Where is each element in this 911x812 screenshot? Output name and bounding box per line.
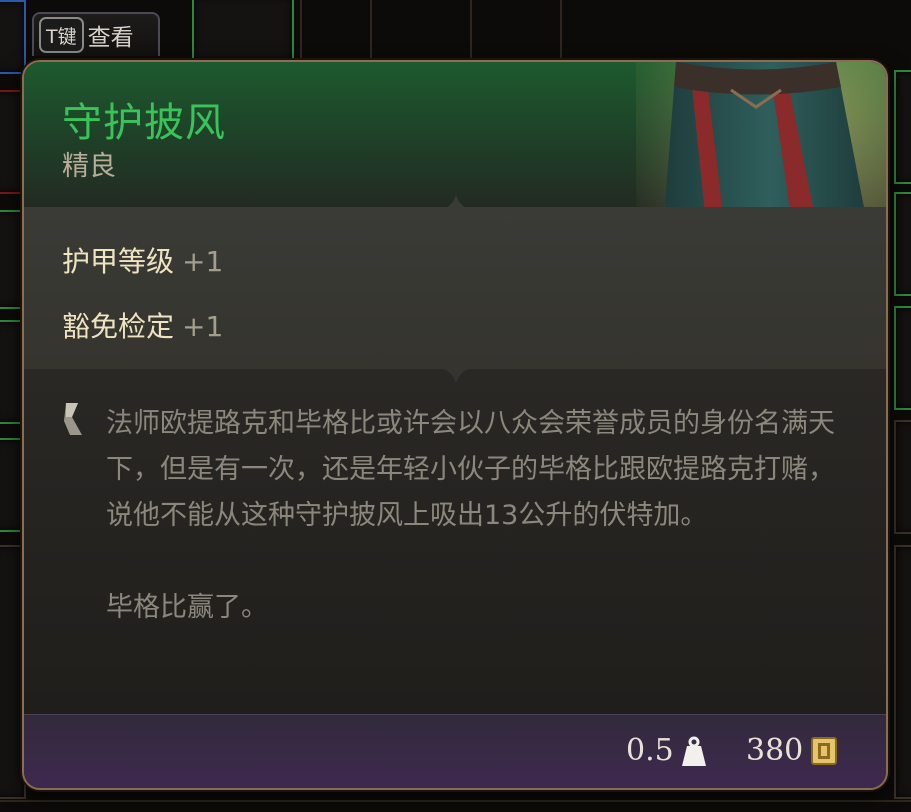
stat-row-armor-class: 护甲等级 +1: [62, 240, 223, 280]
inventory-slot[interactable]: [894, 420, 911, 534]
inspect-hint-tab[interactable]: T键 查看: [32, 12, 160, 56]
tooltip-header: 守护披风 精良: [24, 62, 886, 322]
inventory-slot[interactable]: [192, 0, 294, 62]
inventory-slot[interactable]: [894, 545, 911, 799]
gold-value-group: 380: [746, 733, 838, 768]
weight-group: 0.5: [626, 733, 706, 768]
stat-row-saving-throws: 豁免检定 +1: [62, 305, 223, 345]
gold-coin-icon: [811, 736, 838, 765]
divider-notch-icon: [442, 369, 470, 383]
item-tooltip: 守护披风 精良 护甲等级 +1 豁免检定 +1 法师欧提路克和毕格比或许会以八众会荣…: [22, 60, 888, 790]
flavor-paragraph: 法师欧提路克和毕格比或许会以八众会荣誉成员的身份名满天下，但是有一次，还是年轻小…: [106, 408, 835, 531]
gold-value: 380: [746, 733, 804, 768]
divider-notch-icon: [442, 195, 470, 209]
description-section: 法师欧提路克和毕格比或许会以八众会荣誉成员的身份名满天下，但是有一次，还是年轻小…: [24, 369, 886, 714]
stat-name: 护甲等级: [62, 245, 175, 278]
item-name: 守护披风: [62, 100, 226, 146]
flavor-paragraph: 毕格比赢了。: [106, 592, 268, 623]
stats-section: 护甲等级 +1 豁免检定 +1: [24, 195, 886, 369]
stat-value: +1: [182, 245, 224, 278]
inspect-label: 查看: [87, 25, 134, 51]
tooltip-footer: 0.5 380: [24, 714, 886, 788]
stat-value: +1: [182, 310, 224, 343]
inventory-slot[interactable]: [0, 0, 26, 74]
inventory-slot[interactable]: [894, 306, 911, 410]
keybind-badge: T键: [39, 17, 84, 53]
flavor-text-icon: [64, 403, 82, 435]
weight-value: 0.5: [626, 733, 674, 768]
item-rarity: 精良: [62, 151, 116, 182]
inventory-slot[interactable]: [894, 192, 911, 296]
weight-icon: [681, 736, 706, 766]
flavor-text: 法师欧提路克和毕格比或许会以八众会荣誉成员的身份名满天下，但是有一次，还是年轻小…: [106, 401, 858, 631]
inventory-slot[interactable]: [894, 70, 911, 184]
stat-name: 豁免检定: [62, 310, 175, 343]
